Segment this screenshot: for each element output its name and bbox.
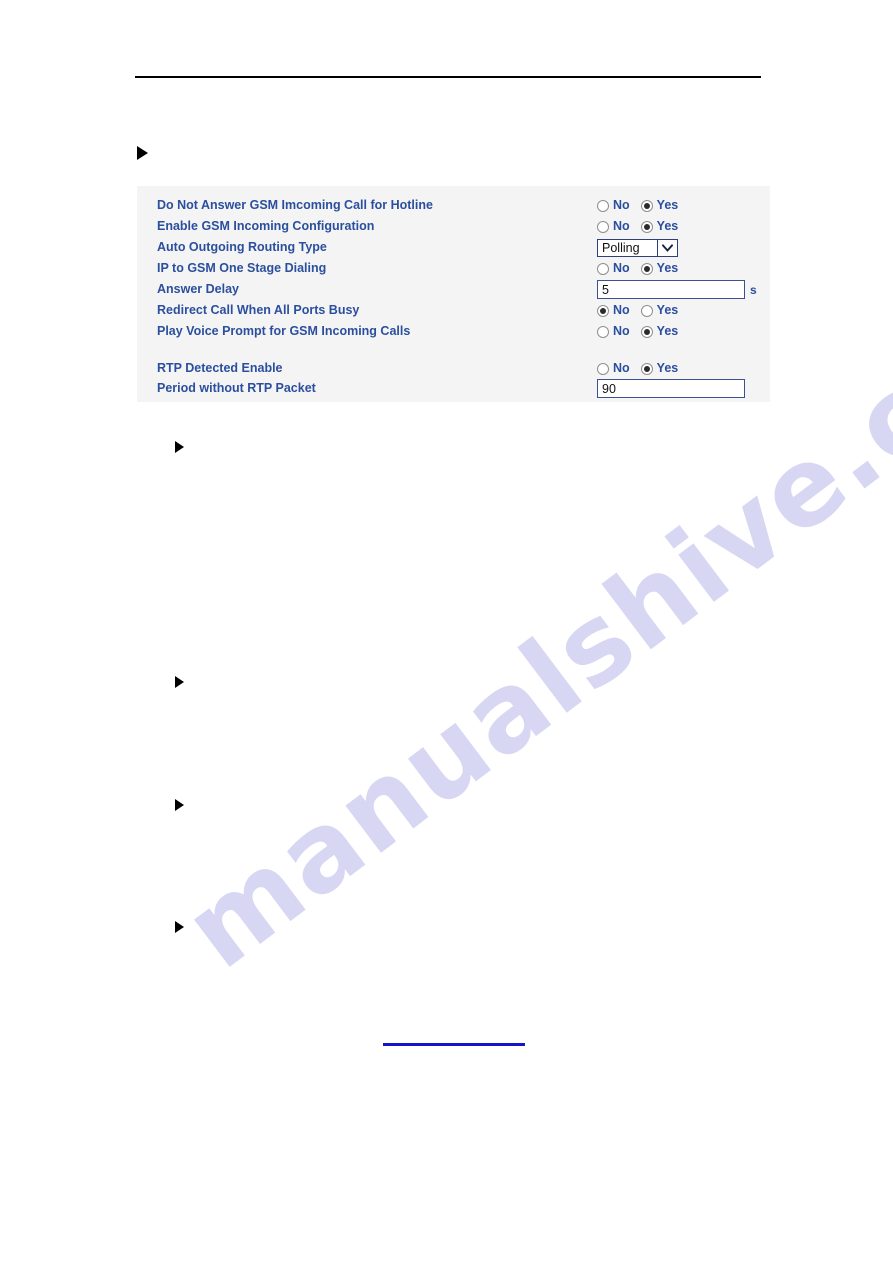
triangle-right-icon [137,146,148,160]
settings-row-label: Enable GSM Incoming Configuration [157,219,375,233]
settings-row: Redirect Call When All Ports Busy No Yes [137,300,770,321]
radio-option-no[interactable]: No [597,304,630,317]
radio-button-no[interactable] [597,304,609,317]
radio-option-yes[interactable]: Yes [640,219,679,234]
radio-option-no[interactable]: No [597,220,630,233]
triangle-right-icon [175,676,184,688]
triangle-right-icon [175,441,184,453]
rtp-period-input[interactable]: 90 [597,379,745,398]
radio-option-yes[interactable]: Yes [640,198,679,213]
document-page: manualshive.com Do Not Answer GSM Imcomi… [0,0,893,1263]
radio-button-yes[interactable] [640,325,653,338]
radio-option-label: Yes [656,361,679,376]
settings-row: Play Voice Prompt for GSM Incoming Calls… [137,321,770,342]
settings-row-label: Play Voice Prompt for GSM Incoming Calls [157,324,411,338]
gsm-settings-panel: Do Not Answer GSM Imcoming Call for Hotl… [137,186,770,402]
settings-row-control: No Yes [597,321,678,342]
settings-row-control: 90 [597,378,745,399]
radio-button-yes[interactable] [640,262,653,275]
settings-row-label: Auto Outgoing Routing Type [157,240,327,254]
settings-row-control: No Yes [597,300,678,321]
radio-option-label: No [613,303,630,318]
radio-group: No Yes [597,300,678,321]
answer-delay-input[interactable]: 5 [597,280,745,299]
settings-row-control: 5s [597,279,757,300]
radio-group: No Yes [597,358,678,379]
input-unit-suffix: s [750,282,757,297]
settings-row-label: Redirect Call When All Ports Busy [157,303,360,317]
triangle-right-icon [175,921,184,933]
radio-button-no[interactable] [597,362,609,375]
settings-row-control: No Yes [597,258,678,279]
routing-type-select[interactable]: Polling [597,238,678,257]
radio-option-label: Yes [656,198,679,213]
radio-button-yes[interactable] [640,304,653,317]
select-value: Polling [602,240,640,255]
settings-row: IP to GSM One Stage Dialing No Yes [137,258,770,279]
radio-option-label: Yes [656,219,679,234]
settings-row: Answer Delay 5 s [137,279,770,300]
settings-row-label: RTP Detected Enable [157,361,283,375]
radio-option-no[interactable]: No [597,262,630,275]
settings-row: Do Not Answer GSM Imcoming Call for Hotl… [137,195,770,216]
radio-group: No Yes [597,258,678,279]
radio-option-label: Yes [656,324,679,339]
radio-button-yes[interactable] [640,362,653,375]
radio-option-yes[interactable]: Yes [640,324,679,339]
radio-button-no[interactable] [597,325,609,338]
radio-option-label: No [613,198,630,213]
radio-option-label: Yes [656,261,679,276]
radio-option-yes[interactable]: Yes [640,361,679,376]
radio-option-no[interactable]: No [597,362,630,375]
radio-button-yes[interactable] [640,220,653,233]
radio-option-label: Yes [656,303,679,318]
radio-option-no[interactable]: No [597,325,630,338]
radio-option-label: No [613,219,630,234]
radio-option-yes[interactable]: Yes [640,261,679,276]
radio-option-label: No [613,361,630,376]
settings-row: Enable GSM Incoming Configuration No Yes [137,216,770,237]
settings-row-control: Polling [597,237,678,258]
header-divider [135,76,761,78]
watermark: manualshive.com [130,236,893,1000]
radio-option-no[interactable]: No [597,199,630,212]
triangle-right-icon [175,799,184,811]
settings-row: RTP Detected Enable No Yes [137,358,770,379]
settings-row-control: No Yes [597,216,678,237]
radio-option-yes[interactable]: Yes [640,303,679,318]
footer-link-underline[interactable] [383,1043,525,1046]
radio-option-label: No [613,324,630,339]
settings-row-label: IP to GSM One Stage Dialing [157,261,327,275]
radio-group: No Yes [597,216,678,237]
radio-button-no[interactable] [597,199,609,212]
radio-button-yes[interactable] [640,199,653,212]
watermark-text: manualshive.com [162,235,893,994]
settings-row-label: Do Not Answer GSM Imcoming Call for Hotl… [157,198,433,212]
radio-option-label: No [613,261,630,276]
chevron-down-icon[interactable] [657,239,677,256]
settings-row-control: No Yes [597,195,678,216]
radio-group: No Yes [597,195,678,216]
radio-button-no[interactable] [597,262,609,275]
settings-row: Auto Outgoing Routing Type Polling [137,237,770,258]
radio-group: No Yes [597,321,678,342]
radio-button-no[interactable] [597,220,609,233]
settings-row-label: Answer Delay [157,282,239,296]
settings-row-control: No Yes [597,358,678,379]
settings-row-label: Period without RTP Packet [157,381,316,395]
settings-row: Period without RTP Packet 90 [137,378,770,399]
